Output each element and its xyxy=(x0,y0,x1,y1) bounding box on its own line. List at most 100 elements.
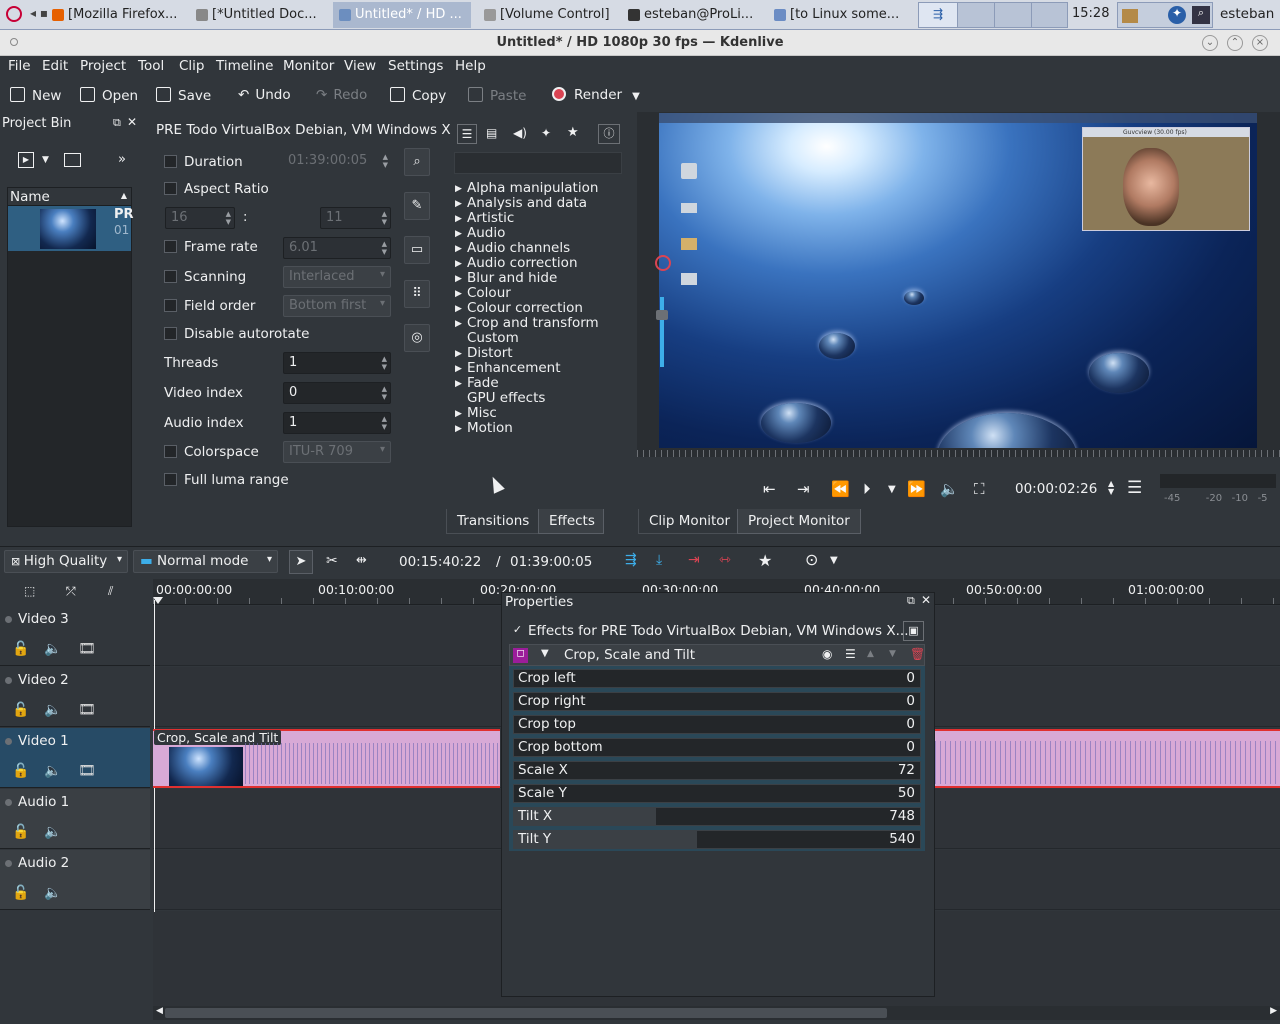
lock-icon[interactable]: 🔓 xyxy=(12,824,29,840)
close-icon[interactable]: ✕ xyxy=(127,115,137,129)
new-button[interactable]: New xyxy=(10,87,61,104)
save-button[interactable]: Save xyxy=(156,87,211,104)
favorite-icon[interactable]: ★ xyxy=(758,551,772,570)
effect-category[interactable]: ▶ Motion xyxy=(455,420,513,436)
videoindex-stepper-icon[interactable]: ▲ ▼ xyxy=(382,385,387,401)
fieldorder-select[interactable]: Bottom first xyxy=(283,295,391,317)
timecode-stepper-icon[interactable]: ▲ ▼ xyxy=(1108,480,1114,496)
threads-field[interactable]: 1 ▲ ▼ xyxy=(283,352,391,374)
tab-effects[interactable]: Effects xyxy=(538,509,604,534)
framerate-stepper-icon[interactable]: ▲ ▼ xyxy=(382,240,387,256)
scroll-left-icon[interactable]: ◀ xyxy=(156,1006,163,1016)
volume-icon[interactable]: 🔈 xyxy=(940,480,959,498)
colorspace-checkbox[interactable] xyxy=(164,445,177,458)
tab-clip-monitor[interactable]: Clip Monitor xyxy=(638,509,742,534)
workspace-4[interactable] xyxy=(1031,3,1068,27)
audio-effects-icon[interactable]: ◀) xyxy=(513,126,527,140)
aspect-height-field[interactable]: 11 ▲ ▼ xyxy=(320,207,391,229)
monitor-ruler[interactable] xyxy=(637,450,1280,457)
timeline-clip-continued[interactable] xyxy=(935,729,1280,788)
scanning-select[interactable]: Interlaced xyxy=(283,266,391,288)
search-icon[interactable]: ⌕ xyxy=(404,148,430,176)
param-value[interactable]: 0 xyxy=(906,670,915,686)
bin-clip-item[interactable]: PR 01 xyxy=(8,206,134,251)
task-terminal[interactable]: esteban@ProLi... xyxy=(622,2,764,28)
mute-icon[interactable]: 🔈 xyxy=(44,824,61,840)
collapse-icon[interactable]: ▼ xyxy=(541,648,549,659)
mute-icon[interactable]: 🔈 xyxy=(44,885,61,901)
timeline-position[interactable]: 00:15:40:22 xyxy=(399,554,481,570)
select-tool-icon[interactable]: ➤ xyxy=(289,550,313,574)
track-header-video1[interactable]: Video 1 🔓 🔈 🎞 xyxy=(0,728,150,788)
lift-icon[interactable]: ⇿ xyxy=(719,552,731,568)
quality-select[interactable]: ⊠ High Quality ▾ xyxy=(4,550,128,573)
float-icon[interactable]: ⧉ xyxy=(907,594,915,608)
razor-tool-icon[interactable]: ✂ xyxy=(326,553,338,569)
aspect-width-field[interactable]: 16 ▲ ▼ xyxy=(165,207,235,229)
menu-view[interactable]: View xyxy=(344,58,376,74)
volume-slider[interactable] xyxy=(660,297,664,367)
paste-button[interactable]: Paste xyxy=(468,87,526,104)
param-row[interactable]: Scale Y 50 xyxy=(513,784,921,803)
effect-category[interactable]: ▶ Blur and hide xyxy=(455,270,557,286)
menu-timeline[interactable]: Timeline xyxy=(216,58,273,74)
param-row[interactable]: Crop top 0 xyxy=(513,715,921,734)
task-kdenlive[interactable]: Untitled* / HD ... xyxy=(333,2,471,28)
effect-category[interactable]: Custom xyxy=(455,330,519,346)
effect-category[interactable]: ▶ Enhancement xyxy=(455,360,561,376)
param-value[interactable]: 50 xyxy=(898,785,915,801)
aspect-checkbox[interactable] xyxy=(164,182,177,195)
param-row[interactable]: Tilt X 748 xyxy=(513,807,921,826)
bin-column-header[interactable]: Name ▲ xyxy=(8,188,131,206)
effect-category[interactable]: ▶ Audio xyxy=(455,225,505,241)
duration-field[interactable]: 01:39:00:05 ▲ ▼ xyxy=(283,151,391,173)
effect-category[interactable]: ▶ Crop and transform xyxy=(455,315,599,331)
mix-icon[interactable]: ⫽ xyxy=(108,584,113,599)
audioindex-field[interactable]: 1 ▲ ▼ xyxy=(283,412,391,434)
duration-checkbox[interactable] xyxy=(164,155,177,168)
lock-icon[interactable]: 🔓 xyxy=(12,641,29,657)
menu-project[interactable]: Project xyxy=(80,58,126,74)
menu-settings[interactable]: Settings xyxy=(388,58,443,74)
add-clip-chevron-icon[interactable]: ▼ xyxy=(42,155,49,165)
param-value[interactable]: 72 xyxy=(898,762,915,778)
framerate-field[interactable]: 6.01 ▲ ▼ xyxy=(283,237,391,259)
tray-app-icon[interactable] xyxy=(1122,9,1138,23)
workspace-3[interactable] xyxy=(994,3,1031,27)
set-zone-out-icon[interactable]: ⇥ xyxy=(797,480,810,498)
redo-button[interactable]: ↷ Redo xyxy=(316,87,367,103)
rewind-icon[interactable]: ⏪ xyxy=(831,480,850,498)
play-options-icon[interactable]: ▼ xyxy=(888,484,896,495)
aspect-height-stepper-icon[interactable]: ▲ ▼ xyxy=(382,210,387,226)
search-icon[interactable]: ⌕ xyxy=(1192,6,1210,24)
tab-transitions[interactable]: Transitions xyxy=(446,509,541,534)
overwrite-icon[interactable]: ⤓ xyxy=(656,552,662,568)
fullluma-checkbox[interactable] xyxy=(164,473,177,486)
add-clip-button[interactable]: ▶ xyxy=(18,152,34,168)
param-row[interactable]: Crop bottom 0 xyxy=(513,738,921,757)
menu-icon[interactable]: ☰ xyxy=(845,647,856,661)
marker-icon[interactable]: ⊙ xyxy=(805,550,818,569)
audioindex-stepper-icon[interactable]: ▲ ▼ xyxy=(382,415,387,431)
mode-select[interactable]: ▬ Normal mode ▾ xyxy=(133,550,278,573)
move-down-icon[interactable]: ▼ xyxy=(889,649,896,659)
move-up-icon[interactable]: ▲ xyxy=(867,649,874,659)
autorotate-checkbox[interactable] xyxy=(164,327,177,340)
video-effects-icon[interactable]: ▤ xyxy=(486,126,497,140)
timeline-clip[interactable]: Crop, Scale and Tilt xyxy=(153,729,500,788)
effect-category[interactable]: ▶ Alpha manipulation xyxy=(455,180,598,196)
track-header-audio2[interactable]: Audio 2 🔓 🔈 xyxy=(0,850,150,910)
extract-icon[interactable]: ⇥ xyxy=(688,552,700,568)
param-value[interactable]: 0 xyxy=(906,693,915,709)
effects-list-view-icon[interactable]: ☰ xyxy=(457,124,477,144)
effects-search-input[interactable] xyxy=(454,152,622,174)
clock[interactable]: 15:28 xyxy=(1072,6,1109,21)
menu-monitor[interactable]: Monitor xyxy=(283,58,334,74)
param-row[interactable]: Tilt Y 540 xyxy=(513,830,921,849)
param-row[interactable]: Crop right 0 xyxy=(513,692,921,711)
effect-category[interactable]: ▶ Colour correction xyxy=(455,300,583,316)
effect-category[interactable]: ▶ Fade xyxy=(455,375,499,391)
framerate-checkbox[interactable] xyxy=(164,240,177,253)
delete-icon[interactable]: 🗑 xyxy=(910,647,925,661)
audio-icon[interactable]: ◎ xyxy=(404,324,430,352)
